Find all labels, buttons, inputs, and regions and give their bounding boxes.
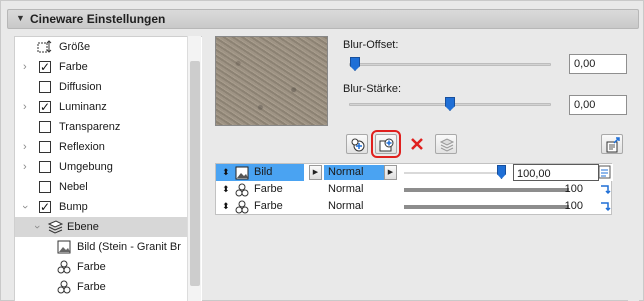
delete-icon — [411, 138, 423, 150]
tree-item-groesse[interactable]: Größe — [15, 37, 187, 57]
triangle-down-icon[interactable]: ▼ — [16, 13, 25, 23]
tree-scrollbar-thumb[interactable] — [190, 61, 200, 286]
chevron-right-icon[interactable]: › — [23, 137, 27, 157]
blur-offset-slider[interactable] — [349, 63, 551, 66]
tree-item-umgebung[interactable]: › Umgebung — [15, 157, 187, 177]
tree-item-ebene[interactable]: › Ebene — [15, 217, 187, 237]
blur-staerke-field[interactable]: 0,00 — [569, 95, 627, 115]
tree-item-transparenz[interactable]: Transparenz — [15, 117, 187, 137]
tree-item-nebel[interactable]: Nebel — [15, 177, 187, 197]
cineware-panel: ▼ Cineware Einstellungen Größe › Farbe D… — [0, 0, 644, 301]
chevron-down-icon[interactable]: › — [27, 225, 47, 229]
tree-item-label: Größe — [59, 41, 91, 53]
color-circles-icon — [57, 280, 71, 294]
chevron-right-icon[interactable]: › — [23, 57, 27, 77]
opacity-slider-knob[interactable] — [497, 165, 506, 179]
layer-mode[interactable]: Normal — [328, 181, 363, 198]
tree-item-label: Ebene — [67, 221, 99, 233]
layer-row-bild[interactable]: ⬍ Bild ▶ Normal ▶ 100,00 — [216, 164, 613, 181]
reorder-arrows-icon[interactable]: ⬍ — [222, 198, 230, 215]
image-icon — [57, 240, 71, 254]
layer-value-field[interactable]: 100,00 — [513, 164, 599, 181]
stack-layer-button[interactable] — [435, 134, 457, 154]
tree-item-label: Bump — [59, 201, 88, 213]
blur-offset-field[interactable]: 0,00 — [569, 54, 627, 74]
play-arrow-icon[interactable]: ▶ — [309, 165, 322, 180]
layer-row-farbe[interactable]: ⬍ Farbe Normal 100 — [216, 198, 613, 215]
chevron-down-icon[interactable]: › — [15, 205, 35, 209]
transparenz-checkbox[interactable] — [39, 121, 51, 133]
export-button[interactable] — [601, 134, 623, 154]
farbe-checkbox[interactable] — [39, 57, 51, 77]
add-image-layer-button[interactable] — [371, 130, 401, 158]
reorder-arrows-icon[interactable]: ⬍ — [222, 164, 230, 181]
blur-staerke-label: Blur-Stärke: — [343, 83, 402, 95]
tree-item-luminanz[interactable]: › Luminanz — [15, 97, 187, 117]
tree-item-bild[interactable]: Bild (Stein - Granit Br — [15, 237, 187, 257]
panel-title: Cineware Einstellungen — [30, 12, 166, 26]
delete-layer-button[interactable] — [406, 134, 428, 154]
add-image-layer-icon — [379, 138, 394, 152]
layer-value: 100 — [564, 200, 583, 212]
texture-preview — [215, 36, 328, 126]
color-circles-icon — [235, 200, 249, 214]
layers-icon — [47, 220, 63, 234]
tree-item-label: Nebel — [59, 181, 88, 193]
opacity-bar[interactable] — [404, 188, 569, 192]
add-layer-button[interactable] — [346, 134, 368, 154]
tree-item-label: Bild (Stein - Granit Br — [77, 241, 181, 253]
reflexion-checkbox[interactable] — [39, 141, 51, 153]
link-icon[interactable] — [598, 199, 611, 213]
blur-offset-slider-knob[interactable] — [350, 57, 360, 71]
blur-staerke-slider-knob[interactable] — [445, 97, 455, 111]
umgebung-checkbox[interactable] — [39, 161, 51, 173]
channel-tree: Größe › Farbe Diffusion › Luminanz Trans… — [14, 36, 202, 301]
layer-row-farbe[interactable]: ⬍ Farbe Normal 100 — [216, 181, 613, 198]
tree-item-label: Luminanz — [59, 101, 107, 113]
nebel-checkbox[interactable] — [39, 181, 51, 193]
link-icon[interactable] — [598, 182, 611, 196]
tree-item-label: Farbe — [59, 61, 88, 73]
mode-dropdown-icon[interactable]: ▶ — [384, 165, 397, 180]
layer-name: Farbe — [254, 183, 283, 195]
tree-item-farbe-layer[interactable]: Farbe — [15, 257, 187, 277]
layer-mode[interactable]: Normal — [328, 198, 363, 215]
tree-item-label: Umgebung — [59, 161, 113, 173]
resize-icon — [37, 40, 52, 53]
tree-scrollbar[interactable] — [187, 36, 201, 301]
opacity-slider-track[interactable] — [404, 172, 504, 174]
tree-item-label: Reflexion — [59, 141, 105, 153]
color-circles-icon — [235, 183, 249, 197]
tree-item-label: Diffusion — [59, 81, 102, 93]
opacity-bar[interactable] — [404, 205, 569, 209]
export-icon — [606, 137, 620, 153]
image-icon — [235, 166, 249, 180]
reorder-arrows-icon[interactable]: ⬍ — [222, 181, 230, 198]
tree-item-farbe[interactable]: › Farbe — [15, 57, 187, 77]
luminanz-checkbox[interactable] — [39, 97, 51, 117]
chevron-right-icon[interactable]: › — [23, 157, 27, 177]
tree-item-label: Transparenz — [59, 121, 121, 133]
tree-item-label: Farbe — [77, 281, 106, 293]
add-layer-icon — [351, 138, 365, 152]
panel-header[interactable]: ▼ Cineware Einstellungen — [7, 9, 639, 29]
layer-mode[interactable]: Normal — [328, 164, 363, 181]
layer-name: Farbe — [254, 200, 283, 212]
bump-checkbox[interactable] — [39, 197, 51, 217]
tree-item-farbe-layer[interactable]: Farbe — [15, 277, 187, 297]
layer-name: Bild — [254, 166, 273, 178]
link-icon[interactable] — [598, 165, 611, 179]
chevron-right-icon[interactable]: › — [23, 97, 27, 117]
tree-item-bump[interactable]: › Bump — [15, 197, 187, 217]
tree-item-diffusion[interactable]: Diffusion — [15, 77, 187, 97]
tree-item-label: Farbe — [77, 261, 106, 273]
diffusion-checkbox[interactable] — [39, 81, 51, 93]
blur-offset-label: Blur-Offset: — [343, 39, 399, 51]
color-circles-icon — [57, 260, 71, 274]
stack-icon — [439, 138, 455, 152]
panel-scrollbar[interactable] — [628, 36, 639, 301]
layer-value: 100 — [564, 183, 583, 195]
tree-item-reflexion[interactable]: › Reflexion — [15, 137, 187, 157]
layer-list: ⬍ Bild ▶ Normal ▶ 100,00 ⬍ Farbe Normal … — [215, 163, 613, 215]
